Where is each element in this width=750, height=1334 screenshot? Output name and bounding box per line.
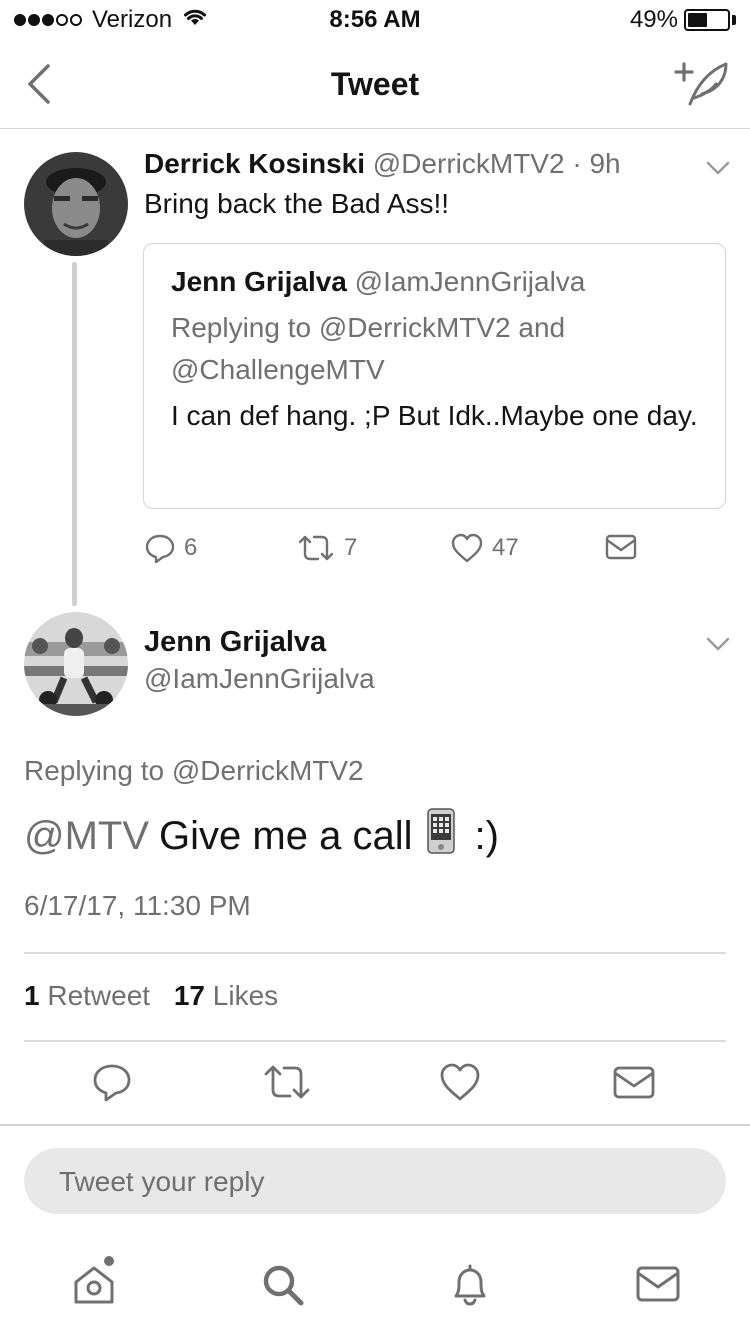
chevron-down-icon xyxy=(706,161,730,175)
battery-icon xyxy=(684,9,730,31)
focused-tweet-text: @MTV Give me a call :) xyxy=(24,808,499,864)
retweet-total[interactable]: 1 xyxy=(24,980,40,1011)
divider xyxy=(24,1040,726,1042)
page-title: Tweet xyxy=(330,66,420,102)
mobile-phone-icon xyxy=(426,808,456,864)
retweet-label[interactable]: Retweet xyxy=(47,980,150,1011)
heart-icon xyxy=(451,533,483,563)
avatar-derrick[interactable] xyxy=(24,152,128,256)
thread-line xyxy=(72,262,77,606)
messages-icon xyxy=(636,1266,680,1302)
focused-replying-to[interactable]: Replying to @DerrickMTV2 xyxy=(24,755,364,787)
focused-tweet-body: Give me a call xyxy=(159,813,413,858)
like-count: 47 xyxy=(492,534,519,561)
quoted-replying-to: Replying to @DerrickMTV2 and @ChallengeM… xyxy=(171,312,566,385)
like-button[interactable]: 47 xyxy=(450,532,519,564)
parent-tweet-text: Bring back the Bad Ass!! xyxy=(144,188,450,219)
nav-bar: Tweet xyxy=(0,40,750,129)
reply-count: 6 xyxy=(184,534,198,561)
author-name[interactable]: Derrick Kosinski xyxy=(144,148,365,179)
status-right: 49% xyxy=(630,6,736,34)
like-button-large[interactable] xyxy=(438,1060,482,1104)
status-bar: Verizon 8:56 AM 49% xyxy=(0,0,750,40)
focused-tweet-emoticon: :) xyxy=(474,813,499,858)
retweet-button-large[interactable] xyxy=(262,1060,312,1104)
quoted-tweet-card[interactable]: Jenn Grijalva @IamJennGrijalva Replying … xyxy=(143,243,726,509)
home-icon xyxy=(74,1266,114,1304)
quoted-tweet-header: Jenn Grijalva @IamJennGrijalva xyxy=(171,266,585,298)
focused-tweet-menu-button[interactable] xyxy=(704,634,732,654)
retweet-icon xyxy=(264,1065,310,1099)
parent-tweet-menu-button[interactable] xyxy=(704,158,732,178)
battery-percent: 49% xyxy=(629,6,678,33)
tab-messages[interactable] xyxy=(634,1260,682,1308)
focused-author-name[interactable]: Jenn Grijalva xyxy=(144,626,326,659)
like-label[interactable]: Likes xyxy=(213,980,278,1011)
reply-button[interactable]: 6 xyxy=(144,532,197,564)
like-total[interactable]: 17 xyxy=(174,980,205,1011)
author-handle[interactable]: @DerrickMTV2 xyxy=(373,148,565,179)
parent-tweet-actions: 6 7 47 xyxy=(144,532,744,572)
avatar-jenn[interactable] xyxy=(24,612,128,716)
parent-tweet-header: Derrick Kosinski @DerrickMTV2 · 9h xyxy=(144,148,621,180)
quoted-author-handle: @IamJennGrijalva xyxy=(354,266,586,297)
compose-tweet-icon xyxy=(674,62,728,106)
reply-button-large[interactable] xyxy=(90,1060,134,1104)
quoted-tweet-text: I can def hang. ;P But Idk..Maybe one da… xyxy=(171,400,698,431)
mention-link[interactable]: @MTV xyxy=(24,814,149,859)
retweet-count: 7 xyxy=(344,534,358,561)
engagement-counts: 1 Retweet 17 Likes xyxy=(24,980,294,1012)
reply-input[interactable]: Tweet your reply xyxy=(24,1148,726,1214)
separator: · xyxy=(572,148,582,179)
focused-author-handle[interactable]: @IamJennGrijalva xyxy=(144,663,375,695)
tweet-age: 9h xyxy=(589,148,621,179)
tab-search[interactable] xyxy=(258,1260,306,1308)
retweet-icon xyxy=(298,535,334,561)
tab-notifications[interactable] xyxy=(446,1260,494,1308)
tweet-timestamp: 6/17/17, 11:30 PM xyxy=(24,890,251,921)
tab-bar xyxy=(0,1250,750,1334)
compose-button[interactable] xyxy=(672,58,732,110)
direct-message-button[interactable] xyxy=(604,532,646,562)
focused-tweet-actions xyxy=(0,1060,750,1110)
direct-message-button-large[interactable] xyxy=(612,1060,656,1104)
envelope-icon xyxy=(613,1066,655,1099)
reply-placeholder: Tweet your reply xyxy=(59,1166,265,1197)
new-content-indicator xyxy=(104,1256,114,1266)
reply-icon xyxy=(145,534,175,564)
quoted-author-name: Jenn Grijalva xyxy=(171,266,347,297)
retweet-button[interactable]: 7 xyxy=(296,532,357,564)
tab-home[interactable] xyxy=(70,1260,118,1308)
divider xyxy=(24,952,726,954)
chevron-down-icon xyxy=(706,637,730,651)
notifications-icon xyxy=(454,1264,486,1306)
reply-icon xyxy=(93,1064,131,1102)
divider xyxy=(0,1124,750,1126)
search-icon xyxy=(263,1265,304,1306)
heart-icon xyxy=(440,1063,480,1101)
envelope-icon xyxy=(605,534,637,560)
